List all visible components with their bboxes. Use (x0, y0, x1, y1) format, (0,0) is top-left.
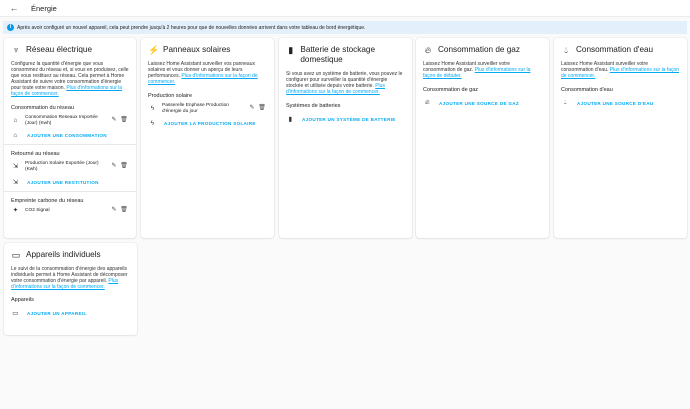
water-card: 💧︎ Consommation d'eau Laissez Home Assis… (554, 38, 687, 238)
pencil-icon[interactable]: ✎ (109, 207, 119, 214)
add-return-button[interactable]: ⇲ AJOUTER UNE RESTITUTION (4, 178, 136, 186)
battery-card-description: Si vous avez un système de batterie, vou… (286, 71, 403, 95)
devices-card: ▭ Appareils individuels Le suivi de la c… (4, 243, 137, 335)
solar-card: ⚡ Panneaux solaires Laissez Home Assista… (141, 38, 274, 238)
fire-icon: 🔥︎ (424, 99, 431, 106)
trash-icon[interactable]: 🗑 (119, 117, 129, 124)
battery-icon: ▮ (288, 45, 294, 55)
solar-power-icon: ⚡ (148, 45, 160, 55)
trash-icon[interactable]: 🗑 (119, 207, 129, 214)
back-arrow-icon[interactable]: ← (7, 1, 21, 15)
solar-card-description: Laissez Home Assistant surveiller vos pa… (148, 61, 258, 85)
divider (4, 191, 136, 192)
devices-icon: ▭ (11, 250, 21, 260)
page-title: Énergie (31, 3, 57, 13)
home-export-icon: ⇲ (12, 162, 19, 170)
add-gas-button[interactable]: 🔥︎ AJOUTER UNE SOURCE DE GAZ (416, 99, 549, 107)
gas-card: 🔥︎ Consommation de gaz Laissez Home Assi… (416, 38, 549, 238)
battery-card: ▮ Batterie de stockage domestique Si vou… (279, 38, 412, 238)
divider (4, 144, 136, 145)
pencil-icon[interactable]: ✎ (247, 105, 257, 112)
devices-heading: Appareils (11, 297, 34, 303)
solar-plus-icon: ϟ (150, 120, 155, 127)
water-icon: 💧︎ (564, 99, 567, 106)
grid-consumption-item: ⌂ Consommation Reseaux Importée (Jour) (… (4, 115, 136, 126)
gas-card-description: Laissez Home Assistant surveiller votre … (423, 61, 531, 79)
gas-card-title: Consommation de gaz (438, 45, 520, 54)
home-export-plus-icon: ⇲ (12, 179, 19, 186)
grid-card: ♆ Réseau électrique Configurez la quanti… (4, 38, 136, 238)
solar-heading: Production solaire (148, 93, 193, 99)
add-consumption-button[interactable]: ⌂ AJOUTER UNE CONSOMMATION (4, 132, 136, 139)
top-app-bar: ← Énergie (0, 0, 690, 17)
grid-co2-item: ✦ CO2 Signal ✎ 🗑 (12, 207, 129, 214)
battery-card-title: Batterie de stockage domestique (300, 45, 376, 64)
gas-heading: Consommation de gaz (423, 87, 479, 93)
grid-consumption-heading: Consommation du réseau (11, 105, 74, 111)
add-device-button[interactable]: ▭ AJOUTER UN APPAREIL (4, 309, 137, 317)
water-card-description: Laissez Home Assistant surveiller votre … (561, 61, 680, 79)
water-icon: 💧︎ (564, 45, 568, 55)
trash-icon[interactable]: 🗑 (119, 163, 129, 170)
pencil-icon[interactable]: ✎ (109, 163, 119, 170)
home-plus-icon: ⌂ (13, 132, 18, 139)
battery-plus-icon: ▮ (288, 116, 293, 123)
pencil-icon[interactable]: ✎ (109, 117, 119, 124)
info-banner: i Après avoir configuré un nouvel appare… (3, 21, 687, 34)
grid-co2-heading: Empreinte carbone du réseau (11, 198, 84, 204)
home-import-icon: ⌂ (13, 116, 18, 124)
banner-text: Après avoir configuré un nouvel appareil… (17, 24, 366, 31)
devices-card-description: Le suivi de la consommation d'énergie de… (11, 266, 128, 290)
water-card-title: Consommation d'eau (576, 45, 654, 54)
info-icon: i (7, 24, 14, 31)
add-solar-button[interactable]: ϟ AJOUTER LA PRODUCTION SOLAIRE (141, 120, 274, 127)
grid-card-title: Réseau électrique (26, 45, 92, 54)
add-battery-button[interactable]: ▮ AJOUTER UN SYSTÈME DE BATTERIE (279, 115, 412, 123)
devices-card-title: Appareils individuels (26, 250, 101, 259)
solar-card-title: Panneaux solaires (163, 45, 231, 54)
devices-icon: ▭ (12, 310, 19, 317)
grid-card-description: Configurez la quantité d'énergie que vou… (11, 61, 129, 97)
solar-item: ϟ Passerelle Enphase Production d'énergi… (141, 103, 274, 114)
battery-heading: Systèmes de batteries (286, 103, 341, 109)
trash-icon[interactable]: 🗑 (257, 105, 267, 112)
water-heading: Consommation d'eau (561, 87, 613, 93)
grid-return-heading: Retourné au réseau (11, 151, 60, 157)
add-water-button[interactable]: 💧︎ AJOUTER UNE SOURCE D'EAU (554, 99, 687, 107)
transmission-tower-icon: ♆ (12, 45, 20, 55)
fire-icon: 🔥︎ (424, 45, 432, 55)
grid-return-item: ⇲ Production Solaire Exportée (Jour) (Kw… (12, 161, 129, 172)
co2-icon: ✦ (12, 207, 19, 214)
solar-power-icon: ϟ (150, 104, 155, 112)
